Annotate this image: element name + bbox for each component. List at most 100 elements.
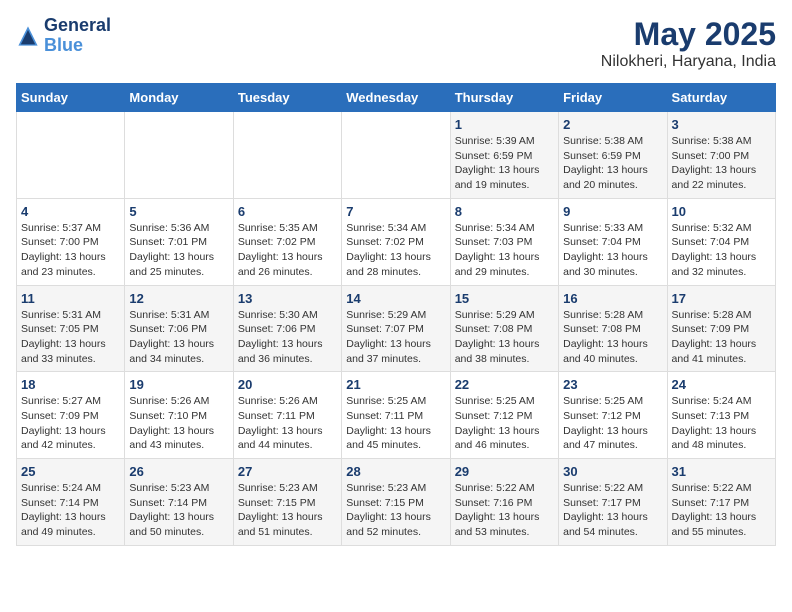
day-number: 21 [346, 377, 445, 392]
day-number: 2 [563, 117, 662, 132]
day-number: 29 [455, 464, 554, 479]
day-number: 27 [238, 464, 337, 479]
day-info: Sunrise: 5:23 AM Sunset: 7:15 PM Dayligh… [346, 481, 445, 540]
weekday-header-wednesday: Wednesday [342, 84, 450, 112]
day-number: 3 [672, 117, 771, 132]
day-cell: 15 Sunrise: 5:29 AM Sunset: 7:08 PM Dayli… [450, 285, 558, 372]
day-info: Sunrise: 5:31 AM Sunset: 7:05 PM Dayligh… [21, 308, 120, 367]
week-row-3: 11 Sunrise: 5:31 AM Sunset: 7:05 PM Dayli… [17, 285, 776, 372]
day-number: 23 [563, 377, 662, 392]
day-number: 31 [672, 464, 771, 479]
weekday-header-tuesday: Tuesday [233, 84, 341, 112]
day-number: 25 [21, 464, 120, 479]
day-number: 12 [129, 291, 228, 306]
day-info: Sunrise: 5:34 AM Sunset: 7:02 PM Dayligh… [346, 221, 445, 280]
day-cell: 1Sunrise: 5:39 AM Sunset: 6:59 PM Daylig… [450, 112, 558, 199]
day-info: Sunrise: 5:22 AM Sunset: 7:16 PM Dayligh… [455, 481, 554, 540]
day-cell: 8 Sunrise: 5:34 AM Sunset: 7:03 PM Daylig… [450, 198, 558, 285]
day-number: 7 [346, 204, 445, 219]
day-cell: 26Sunrise: 5:23 AM Sunset: 7:14 PM Dayli… [125, 459, 233, 546]
day-info: Sunrise: 5:30 AM Sunset: 7:06 PM Dayligh… [238, 308, 337, 367]
day-info: Sunrise: 5:37 AM Sunset: 7:00 PM Dayligh… [21, 221, 120, 280]
day-cell: 30 Sunrise: 5:22 AM Sunset: 7:17 PM Dayli… [559, 459, 667, 546]
day-info: Sunrise: 5:29 AM Sunset: 7:07 PM Dayligh… [346, 308, 445, 367]
day-info: Sunrise: 5:24 AM Sunset: 7:14 PM Dayligh… [21, 481, 120, 540]
weekday-header-friday: Friday [559, 84, 667, 112]
day-cell: 29 Sunrise: 5:22 AM Sunset: 7:16 PM Dayli… [450, 459, 558, 546]
day-cell: 7 Sunrise: 5:34 AM Sunset: 7:02 PM Daylig… [342, 198, 450, 285]
day-cell [125, 112, 233, 199]
day-info: Sunrise: 5:38 AM Sunset: 7:00 PM Dayligh… [672, 134, 771, 193]
week-row-5: 25 Sunrise: 5:24 AM Sunset: 7:14 PM Dayli… [17, 459, 776, 546]
weekday-header-saturday: Saturday [667, 84, 775, 112]
week-row-4: 18Sunrise: 5:27 AM Sunset: 7:09 PM Dayli… [17, 372, 776, 459]
day-info: Sunrise: 5:25 AM Sunset: 7:12 PM Dayligh… [455, 394, 554, 453]
day-number: 10 [672, 204, 771, 219]
day-number: 30 [563, 464, 662, 479]
day-cell: 28 Sunrise: 5:23 AM Sunset: 7:15 PM Dayli… [342, 459, 450, 546]
day-cell: 11 Sunrise: 5:31 AM Sunset: 7:05 PM Dayli… [17, 285, 125, 372]
day-info: Sunrise: 5:35 AM Sunset: 7:02 PM Dayligh… [238, 221, 337, 280]
day-info: Sunrise: 5:31 AM Sunset: 7:06 PM Dayligh… [129, 308, 228, 367]
day-info: Sunrise: 5:38 AM Sunset: 6:59 PM Dayligh… [563, 134, 662, 193]
day-info: Sunrise: 5:25 AM Sunset: 7:12 PM Dayligh… [563, 394, 662, 453]
day-number: 6 [238, 204, 337, 219]
day-number: 16 [563, 291, 662, 306]
calendar-subtitle: Nilokheri, Haryana, India [601, 53, 776, 71]
day-cell: 25 Sunrise: 5:24 AM Sunset: 7:14 PM Dayli… [17, 459, 125, 546]
page-header: General Blue May 2025 Nilokheri, Haryana… [16, 16, 776, 71]
day-info: Sunrise: 5:22 AM Sunset: 7:17 PM Dayligh… [563, 481, 662, 540]
day-cell: 24Sunrise: 5:24 AM Sunset: 7:13 PM Dayli… [667, 372, 775, 459]
logo: General Blue [16, 16, 111, 56]
weekday-header-thursday: Thursday [450, 84, 558, 112]
week-row-2: 4Sunrise: 5:37 AM Sunset: 7:00 PM Daylig… [17, 198, 776, 285]
day-cell: 17Sunrise: 5:28 AM Sunset: 7:09 PM Dayli… [667, 285, 775, 372]
calendar-title: May 2025 [601, 16, 776, 53]
calendar-table: SundayMondayTuesdayWednesdayThursdayFrid… [16, 83, 776, 546]
day-number: 28 [346, 464, 445, 479]
day-number: 11 [21, 291, 120, 306]
day-cell: 9Sunrise: 5:33 AM Sunset: 7:04 PM Daylig… [559, 198, 667, 285]
day-cell: 4Sunrise: 5:37 AM Sunset: 7:00 PM Daylig… [17, 198, 125, 285]
day-number: 13 [238, 291, 337, 306]
day-info: Sunrise: 5:28 AM Sunset: 7:08 PM Dayligh… [563, 308, 662, 367]
day-info: Sunrise: 5:25 AM Sunset: 7:11 PM Dayligh… [346, 394, 445, 453]
day-cell: 22 Sunrise: 5:25 AM Sunset: 7:12 PM Dayli… [450, 372, 558, 459]
day-cell: 27 Sunrise: 5:23 AM Sunset: 7:15 PM Dayli… [233, 459, 341, 546]
logo-icon [16, 24, 40, 48]
day-cell: 3 Sunrise: 5:38 AM Sunset: 7:00 PM Daylig… [667, 112, 775, 199]
day-cell: 5Sunrise: 5:36 AM Sunset: 7:01 PM Daylig… [125, 198, 233, 285]
day-number: 26 [129, 464, 228, 479]
day-number: 18 [21, 377, 120, 392]
day-number: 20 [238, 377, 337, 392]
day-info: Sunrise: 5:33 AM Sunset: 7:04 PM Dayligh… [563, 221, 662, 280]
day-cell: 23 Sunrise: 5:25 AM Sunset: 7:12 PM Dayli… [559, 372, 667, 459]
day-number: 22 [455, 377, 554, 392]
day-info: Sunrise: 5:26 AM Sunset: 7:11 PM Dayligh… [238, 394, 337, 453]
day-cell [17, 112, 125, 199]
day-info: Sunrise: 5:26 AM Sunset: 7:10 PM Dayligh… [129, 394, 228, 453]
day-cell: 6 Sunrise: 5:35 AM Sunset: 7:02 PM Daylig… [233, 198, 341, 285]
day-number: 1 [455, 117, 554, 132]
day-cell: 10 Sunrise: 5:32 AM Sunset: 7:04 PM Dayli… [667, 198, 775, 285]
day-info: Sunrise: 5:23 AM Sunset: 7:15 PM Dayligh… [238, 481, 337, 540]
day-cell: 14 Sunrise: 5:29 AM Sunset: 7:07 PM Dayli… [342, 285, 450, 372]
day-info: Sunrise: 5:29 AM Sunset: 7:08 PM Dayligh… [455, 308, 554, 367]
week-row-1: 1Sunrise: 5:39 AM Sunset: 6:59 PM Daylig… [17, 112, 776, 199]
day-number: 15 [455, 291, 554, 306]
day-info: Sunrise: 5:22 AM Sunset: 7:17 PM Dayligh… [672, 481, 771, 540]
day-number: 8 [455, 204, 554, 219]
weekday-header-monday: Monday [125, 84, 233, 112]
day-cell [342, 112, 450, 199]
day-cell [233, 112, 341, 199]
day-number: 5 [129, 204, 228, 219]
day-info: Sunrise: 5:34 AM Sunset: 7:03 PM Dayligh… [455, 221, 554, 280]
day-cell: 21 Sunrise: 5:25 AM Sunset: 7:11 PM Dayli… [342, 372, 450, 459]
title-block: May 2025 Nilokheri, Haryana, India [601, 16, 776, 71]
day-cell: 13 Sunrise: 5:30 AM Sunset: 7:06 PM Dayli… [233, 285, 341, 372]
day-cell: 2 Sunrise: 5:38 AM Sunset: 6:59 PM Daylig… [559, 112, 667, 199]
day-cell: 20 Sunrise: 5:26 AM Sunset: 7:11 PM Dayli… [233, 372, 341, 459]
day-info: Sunrise: 5:24 AM Sunset: 7:13 PM Dayligh… [672, 394, 771, 453]
day-number: 14 [346, 291, 445, 306]
day-info: Sunrise: 5:32 AM Sunset: 7:04 PM Dayligh… [672, 221, 771, 280]
